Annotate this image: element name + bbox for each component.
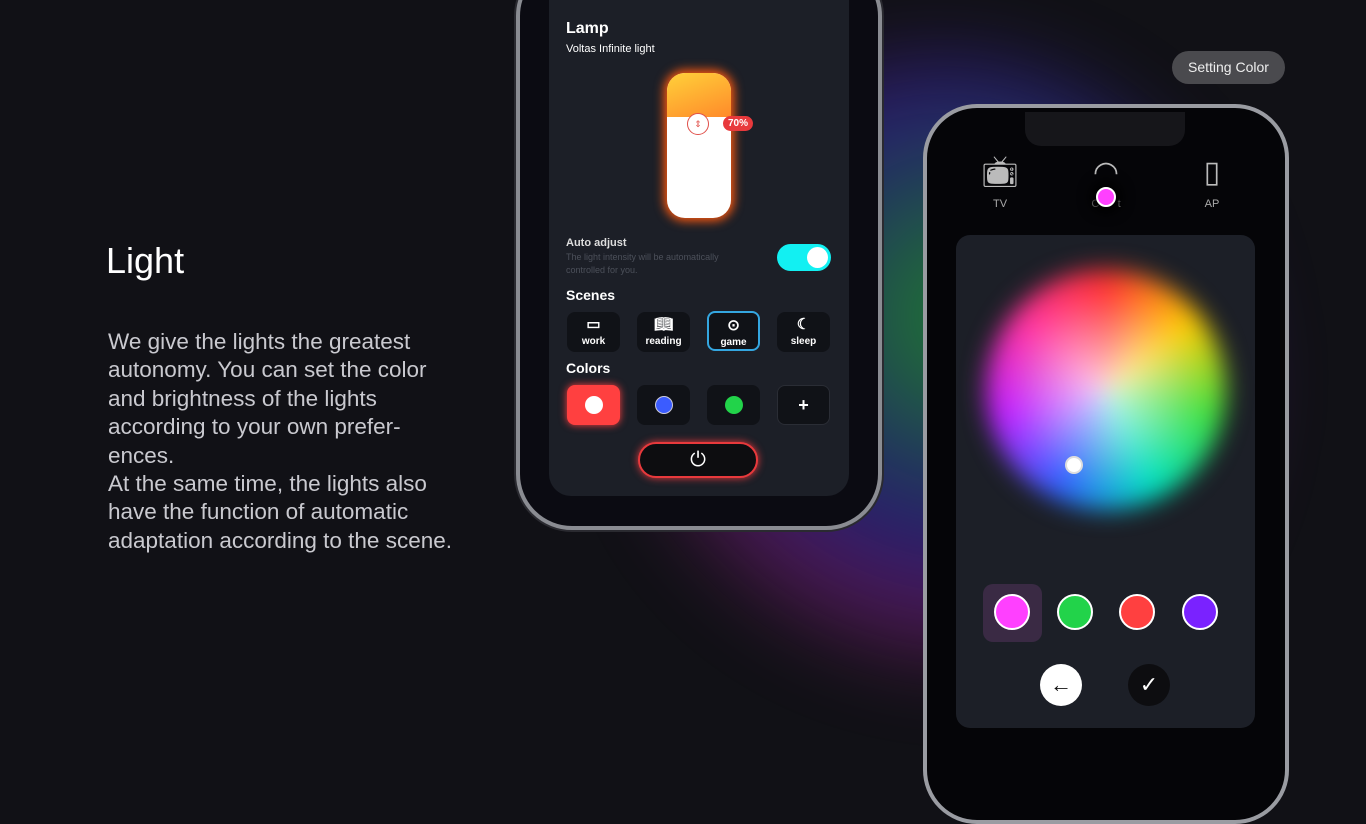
scenes-heading: Scenes <box>566 287 616 303</box>
speaker-icon: ▯ <box>1203 156 1221 189</box>
page-title: Light <box>106 240 185 281</box>
lamp-subtitle: Voltas Infinite light <box>566 43 655 55</box>
monitor-chart-icon: ▭ <box>586 316 601 333</box>
color-picker-panel: ← ✓ <box>956 235 1255 728</box>
tv-icon: 📺︎ <box>980 156 1020 189</box>
color-wheel-handle[interactable] <box>1065 456 1083 474</box>
swatch-purple[interactable] <box>1182 594 1218 630</box>
auto-adjust-description: The light intensity will be automaticall… <box>566 252 719 275</box>
color-blue[interactable] <box>637 385 690 425</box>
brightness-value: 70% <box>723 116 754 131</box>
color-green[interactable] <box>707 385 760 425</box>
add-color-button[interactable]: + <box>777 385 830 425</box>
color-wheel[interactable] <box>986 270 1226 510</box>
moon-icon: ☾ <box>796 316 811 333</box>
page-description: We give the lights the greatest autonomy… <box>108 329 452 553</box>
slider-handle-icon[interactable]: ⇕ <box>687 113 709 135</box>
scene-label: reading <box>645 336 682 347</box>
phone-notch <box>1025 112 1185 146</box>
scene-label: game <box>720 337 747 348</box>
scene-label: sleep <box>790 336 817 347</box>
scene-game[interactable]: ⊙ game <box>707 311 760 351</box>
auto-adjust-toggle[interactable] <box>777 244 831 271</box>
device-tv[interactable]: 📺︎ TV <box>975 148 1025 210</box>
confirm-button[interactable]: ✓ <box>1128 664 1170 706</box>
scene-label: work <box>581 336 606 347</box>
swatch-red[interactable] <box>1119 594 1155 630</box>
setting-color-badge: Setting Color <box>1172 51 1285 84</box>
active-device-dot <box>1096 187 1116 207</box>
device-label: TV <box>992 198 1008 210</box>
colors-heading: Colors <box>566 360 611 376</box>
scene-work[interactable]: ▭ work <box>567 312 620 352</box>
lamp-card: Lamp Voltas Infinite light ⇕ 70% Auto ad… <box>549 0 849 496</box>
swatch-magenta[interactable] <box>994 594 1030 630</box>
brightness-slider[interactable] <box>667 73 731 218</box>
back-button[interactable]: ← <box>1040 664 1082 706</box>
swatch-green[interactable] <box>1057 594 1093 630</box>
scene-sleep[interactable]: ☾ sleep <box>777 312 830 352</box>
power-button[interactable]: ⏻ <box>638 442 758 478</box>
lamp-title: Lamp <box>566 20 609 37</box>
device-ap[interactable]: ▯ AP <box>1187 148 1237 210</box>
book-icon: 📖︎ <box>653 316 674 333</box>
auto-adjust-label: Auto adjust <box>566 237 627 249</box>
robot-icon: ⊙ <box>727 317 740 334</box>
scene-reading[interactable]: 📖︎ reading <box>637 312 690 352</box>
color-white[interactable] <box>567 385 620 425</box>
device-label: AP <box>1204 198 1220 210</box>
